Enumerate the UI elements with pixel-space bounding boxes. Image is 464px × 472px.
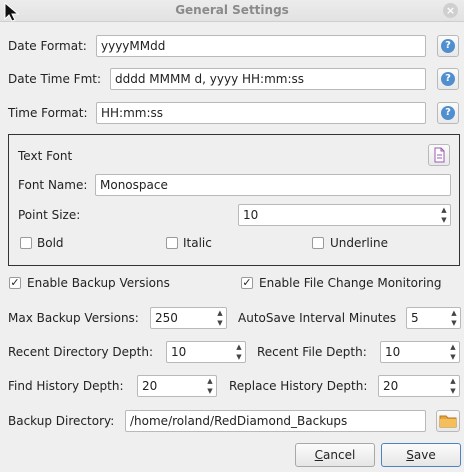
point-size-value: 10 [243, 208, 259, 222]
find-history-label: Find History Depth: [8, 379, 124, 393]
cancel-label-rest: ancel [323, 448, 356, 462]
spin-down-icon[interactable]: ▼ [233, 352, 245, 362]
help-icon: ? [441, 72, 455, 86]
bold-label: Bold [37, 236, 64, 250]
recent-file-value: 10 [385, 345, 401, 359]
datetime-format-input[interactable]: dddd MMMM d, yyyy HH:mm:ss [110, 68, 426, 90]
recent-directory-label: Recent Directory Depth: [8, 345, 154, 359]
max-backup-spinbox[interactable]: 250 ▲ ▼ [150, 307, 227, 329]
help-icon: ? [441, 106, 455, 120]
enable-backup-label: Enable Backup Versions [27, 276, 170, 290]
save-label-rest: ave [413, 448, 436, 462]
max-backup-label: Max Backup Versions: [8, 311, 139, 325]
replace-history-label: Replace History Depth: [229, 379, 368, 393]
bold-checkbox[interactable] [20, 237, 32, 249]
save-button[interactable]: Save [381, 443, 461, 467]
enable-backup-checkbox[interactable]: ✓ [9, 277, 21, 289]
text-font-title: Text Font [18, 149, 73, 163]
spin-down-icon[interactable]: ▼ [447, 352, 459, 362]
find-history-value: 20 [142, 379, 158, 393]
italic-checkbox[interactable] [166, 237, 178, 249]
spin-up-icon[interactable]: ▲ [447, 342, 459, 352]
choose-font-button[interactable] [428, 144, 450, 166]
spin-down-icon[interactable]: ▼ [448, 318, 460, 328]
spin-down-icon[interactable]: ▼ [447, 386, 459, 396]
spin-up-icon[interactable]: ▲ [214, 308, 226, 318]
spin-down-icon[interactable]: ▼ [438, 215, 450, 225]
font-name-input[interactable]: Monospace [95, 174, 451, 196]
cancel-mnemonic: C [314, 448, 324, 462]
spin-arrows[interactable]: ▲ ▼ [447, 376, 459, 396]
spin-arrows[interactable]: ▲ ▼ [233, 342, 245, 362]
time-format-help-button[interactable]: ? [437, 102, 459, 124]
recent-file-spinbox[interactable]: 10 ▲ ▼ [380, 341, 460, 363]
time-format-input[interactable]: HH:mm:ss [96, 102, 426, 124]
find-history-spinbox[interactable]: 20 ▲ ▼ [137, 375, 217, 397]
title-bar: General Settings × [0, 0, 464, 22]
autosave-label: AutoSave Interval Minutes [238, 311, 397, 325]
date-format-input[interactable]: yyyyMMdd [96, 35, 426, 57]
spin-down-icon[interactable]: ▼ [204, 386, 216, 396]
close-icon[interactable]: × [443, 3, 458, 18]
autosave-value: 5 [411, 311, 419, 325]
spin-arrows[interactable]: ▲ ▼ [204, 376, 216, 396]
recent-directory-value: 10 [171, 345, 187, 359]
spin-up-icon[interactable]: ▲ [233, 342, 245, 352]
help-icon: ? [441, 39, 455, 53]
max-backup-value: 250 [155, 311, 178, 325]
spin-up-icon[interactable]: ▲ [204, 376, 216, 386]
spin-down-icon[interactable]: ▼ [214, 318, 226, 328]
recent-file-label: Recent File Depth: [257, 345, 367, 359]
enable-monitoring-checkbox[interactable]: ✓ [241, 277, 253, 289]
font-document-icon [434, 147, 445, 163]
replace-history-value: 20 [383, 379, 399, 393]
spin-up-icon[interactable]: ▲ [447, 376, 459, 386]
spin-up-icon[interactable]: ▲ [448, 308, 460, 318]
spin-up-icon[interactable]: ▲ [438, 205, 450, 215]
replace-history-spinbox[interactable]: 20 ▲ ▼ [378, 375, 460, 397]
date-format-label: Date Format: [8, 39, 87, 53]
save-mnemonic: S [406, 448, 414, 462]
spin-arrows[interactable]: ▲ ▼ [447, 342, 459, 362]
font-name-label: Font Name: [18, 178, 88, 192]
cancel-button[interactable]: Cancel [295, 443, 375, 467]
backup-directory-input[interactable]: /home/roland/RedDiamond_Backups [125, 410, 426, 432]
enable-monitoring-label: Enable File Change Monitoring [259, 276, 442, 290]
time-format-label: Time Format: [8, 106, 88, 120]
window-title: General Settings [175, 3, 289, 17]
point-size-spinbox[interactable]: 10 ▲ ▼ [238, 204, 451, 226]
spin-arrows[interactable]: ▲ ▼ [448, 308, 460, 328]
autosave-spinbox[interactable]: 5 ▲ ▼ [406, 307, 461, 329]
browse-directory-button[interactable] [436, 410, 460, 432]
datetime-format-help-button[interactable]: ? [437, 68, 459, 90]
italic-label: Italic [183, 236, 212, 250]
datetime-format-label: Date Time Fmt: [8, 72, 102, 86]
recent-directory-spinbox[interactable]: 10 ▲ ▼ [166, 341, 246, 363]
point-size-label: Point Size: [18, 208, 81, 222]
underline-checkbox[interactable] [312, 237, 324, 249]
spin-arrows[interactable]: ▲ ▼ [438, 205, 450, 225]
backup-directory-label: Backup Directory: [8, 414, 115, 428]
folder-icon [439, 415, 457, 428]
underline-label: Underline [330, 236, 388, 250]
spin-arrows[interactable]: ▲ ▼ [214, 308, 226, 328]
text-font-group: Text Font Font Name: Monospace Point Siz… [8, 134, 460, 266]
date-format-help-button[interactable]: ? [437, 35, 459, 57]
